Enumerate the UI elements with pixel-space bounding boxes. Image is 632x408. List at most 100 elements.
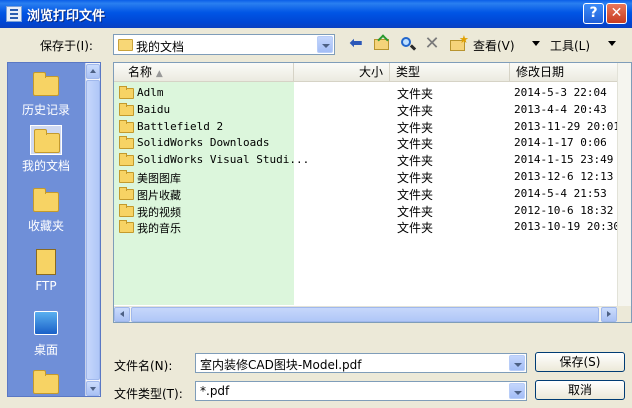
place-label: 桌面: [33, 343, 58, 357]
file-name: 图片收藏: [137, 188, 181, 202]
new-folder-icon[interactable]: ★: [449, 34, 469, 53]
file-type: 文件夹: [397, 120, 434, 135]
file-name: Battlefield 2: [137, 119, 224, 133]
file-modified: 2014-5-4 21:53: [514, 186, 607, 200]
column-name[interactable]: 名称 ▲: [114, 63, 294, 82]
file-name: 我的音乐: [137, 222, 181, 236]
save-button[interactable]: 保存(S): [535, 352, 625, 372]
history-folder-icon: [33, 72, 59, 96]
folder-icon: [119, 170, 134, 183]
file-type: 文件夹: [397, 103, 434, 118]
title-bar: 浏览打印文件 ? ✕: [0, 0, 632, 28]
folder-icon: [119, 136, 134, 150]
my-documents-icon: [34, 129, 60, 153]
file-row[interactable]: Battlefield 2 文件夹 2013-11-29 20:01: [114, 118, 620, 135]
file-row[interactable]: SolidWorks Visual Studi... 文件夹 2014-1-15 2…: [114, 151, 617, 168]
places-bar: 历史记录 我的文档 收藏夹 FTP 桌面: [7, 62, 101, 397]
close-button[interactable]: ✕: [606, 3, 627, 24]
file-modified: 2013-4-4 20:43: [514, 102, 607, 116]
cancel-button[interactable]: 取消: [535, 380, 625, 400]
scroll-right-icon[interactable]: [601, 307, 617, 322]
view-menu-button[interactable]: 查看(V): [473, 37, 515, 54]
help-button[interactable]: ?: [583, 3, 604, 24]
scroll-thumb[interactable]: [86, 80, 100, 380]
place-favorites[interactable]: 收藏夹: [14, 185, 78, 234]
column-type[interactable]: 类型: [390, 63, 510, 82]
tools-dropdown-arrow-icon[interactable]: [608, 41, 616, 46]
file-modified: 2012-10-6 18:32: [514, 203, 614, 217]
column-modified[interactable]: 修改日期: [510, 63, 617, 82]
file-row[interactable]: 美图图库 文件夹 2013-12-6 12:13: [114, 168, 617, 185]
folder-icon: [118, 39, 133, 51]
scroll-thumb[interactable]: [131, 307, 599, 322]
list-vertical-scrollbar[interactable]: [617, 63, 631, 306]
file-row[interactable]: 图片收藏 文件夹 2014-5-4 21:53: [114, 185, 617, 202]
ftp-icon: [36, 249, 56, 275]
file-modified: 2014-1-15 23:49: [514, 153, 614, 167]
file-type: 文件夹: [397, 204, 434, 219]
scroll-left-icon[interactable]: [114, 307, 130, 322]
chevron-down-icon[interactable]: [317, 36, 333, 53]
place-ftp[interactable]: FTP: [14, 247, 78, 293]
list-horizontal-scrollbar[interactable]: [114, 306, 617, 322]
file-modified: 2014-1-17 0:06: [514, 136, 607, 150]
filename-value: 室内装修CAD图块-Model.pdf: [200, 358, 362, 372]
favorites-folder-icon: [33, 188, 59, 212]
up-folder-icon[interactable]: [373, 34, 391, 53]
file-modified: 2013-10-19 20:30: [514, 220, 620, 234]
save-in-label: 保存于(I):: [40, 39, 93, 53]
folder-icon: [119, 119, 134, 133]
file-list: 名称 ▲ 大小 类型 修改日期 Adlm 文件夹 2014-5-3 22:04 Bai…: [113, 62, 632, 323]
place-more[interactable]: [14, 367, 78, 396]
scroll-up-icon[interactable]: [86, 64, 100, 79]
delete-icon[interactable]: ✕: [423, 35, 441, 53]
folder-icon: [119, 203, 134, 217]
chevron-down-icon[interactable]: [509, 355, 525, 371]
file-row[interactable]: Baidu 文件夹 2013-4-4 20:43: [114, 101, 617, 118]
file-name: 我的视频: [137, 205, 181, 219]
file-type: 文件夹: [397, 137, 434, 152]
location-value: 我的文档: [136, 40, 185, 54]
window-icon: [6, 6, 22, 22]
scroll-corner: [617, 306, 631, 322]
folder-icon: [119, 86, 134, 99]
file-type: 文件夹: [397, 87, 434, 101]
location-dropdown[interactable]: 我的文档: [113, 34, 335, 55]
file-row[interactable]: 我的音乐 文件夹 2013-10-19 20:30: [114, 218, 620, 236]
file-row[interactable]: SolidWorks Downloads 文件夹 2014-1-17 0:06: [114, 134, 617, 151]
chevron-down-icon[interactable]: [509, 383, 525, 399]
desktop-icon: [34, 311, 58, 335]
place-my-documents[interactable]: 我的文档: [14, 125, 78, 174]
view-dropdown-arrow-icon[interactable]: [532, 41, 540, 46]
place-label: 我的文档: [21, 159, 70, 173]
file-modified: 2013-11-29 20:01: [514, 119, 620, 133]
folder-icon: [119, 186, 134, 200]
search-web-icon[interactable]: [399, 35, 417, 53]
file-name: Baidu: [137, 102, 171, 116]
file-row[interactable]: 我的视频 文件夹 2012-10-6 18:32: [114, 202, 617, 219]
file-name: SolidWorks Downloads: [137, 136, 270, 150]
file-type: 文件夹: [397, 187, 434, 202]
back-arrow-icon[interactable]: ⬅: [347, 35, 365, 53]
file-type: 文件夹: [397, 221, 434, 236]
file-name: SolidWorks Visual Studi...: [137, 153, 310, 167]
scroll-down-icon[interactable]: [86, 381, 100, 396]
filetype-value: *.pdf: [200, 384, 230, 398]
place-label: FTP: [35, 279, 57, 293]
file-type: 文件夹: [397, 171, 434, 185]
place-history[interactable]: 历史记录: [14, 69, 78, 118]
places-scrollbar[interactable]: [85, 63, 100, 396]
place-label: 历史记录: [21, 103, 70, 117]
place-desktop[interactable]: 桌面: [14, 309, 78, 358]
window-title: 浏览打印文件: [27, 9, 106, 24]
tools-menu-button[interactable]: 工具(L): [550, 37, 590, 54]
filetype-dropdown[interactable]: *.pdf: [195, 381, 527, 401]
folder-icon: [119, 220, 134, 234]
file-modified: 2013-12-6 12:13: [514, 170, 614, 183]
place-label: 收藏夹: [27, 219, 64, 233]
column-header-row: 名称 ▲ 大小 类型 修改日期: [114, 63, 617, 82]
column-size[interactable]: 大小: [294, 63, 390, 82]
file-row[interactable]: Adlm 文件夹 2014-5-3 22:04: [114, 84, 617, 101]
filename-input[interactable]: 室内装修CAD图块-Model.pdf: [195, 353, 527, 373]
filename-label: 文件名(N):: [114, 359, 173, 373]
